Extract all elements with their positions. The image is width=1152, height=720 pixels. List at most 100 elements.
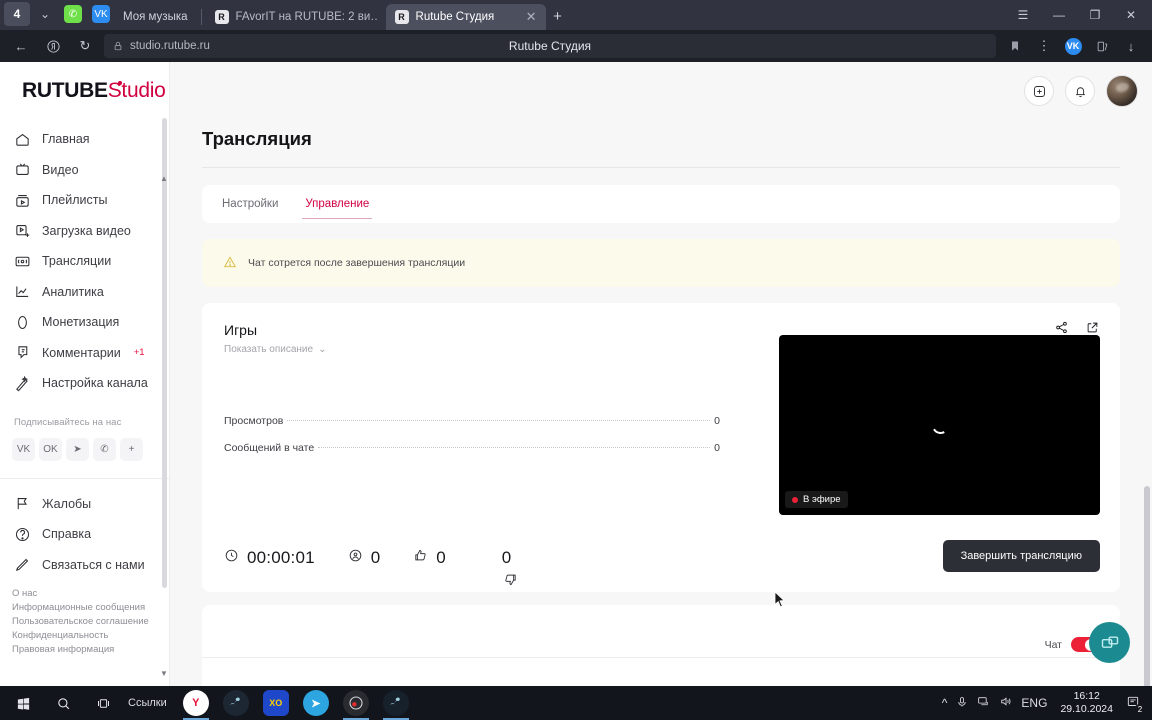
browser-tab-1[interactable]: R FAvorIT на RUTUBE: 2 ви… <box>206 4 386 30</box>
vk-profile-icon[interactable]: VK <box>1060 33 1086 59</box>
sidebar-item-analytics[interactable]: Аналитика <box>0 277 169 308</box>
stream-preview[interactable]: В эфире <box>779 335 1100 515</box>
clock-date: 29.10.2024 <box>1060 703 1113 715</box>
more-socials-icon[interactable]: + <box>120 437 143 461</box>
minimize-button[interactable]: — <box>1042 1 1076 29</box>
links-label[interactable]: Ссылки <box>124 697 175 709</box>
footer-link-privacy[interactable]: Конфиденциальность <box>12 629 169 642</box>
telegram-icon[interactable]: ➤ <box>66 437 89 461</box>
notification-count: 2 <box>1134 703 1146 716</box>
taskbar-app-obs[interactable] <box>337 686 375 720</box>
lock-icon <box>114 41 122 51</box>
sidebar-item-label: Связаться с нами <box>42 557 145 572</box>
footer-link-about[interactable]: О нас <box>12 587 169 600</box>
viewers-value: 0 <box>370 548 381 567</box>
mic-icon[interactable] <box>956 696 968 711</box>
scroll-up-arrow-icon[interactable]: ▲ <box>159 174 169 183</box>
whatsapp-extension-icon[interactable]: ✆ <box>60 2 86 26</box>
language-indicator[interactable]: ENG <box>1021 696 1047 710</box>
browser-tabstrip: 4 ⌄ ✆ VK Моя музыка R FAvorIT на RUTUBE:… <box>0 0 1152 30</box>
url-text: studio.rutube.ru <box>130 40 210 52</box>
address-bar[interactable]: studio.rutube.ru Rutube Студия <box>104 34 996 58</box>
avatar[interactable] <box>1106 75 1138 107</box>
browser-tab-2-active[interactable]: R Rutube Студия ✕ <box>385 4 546 30</box>
downloads-icon[interactable]: ↓ <box>1118 33 1144 59</box>
logo-row[interactable]: RUTUBEStudio <box>0 62 169 120</box>
sidebar-item-help[interactable]: Справка <box>0 519 169 550</box>
rutube-studio-logo[interactable]: RUTUBEStudio <box>22 79 166 103</box>
sidebar-item-complaints[interactable]: Жалобы <box>0 489 169 520</box>
end-stream-button[interactable]: Завершить трансляцию <box>942 540 1100 572</box>
title-divider <box>202 167 1120 168</box>
taskbar-app-telegram[interactable]: ➤ <box>297 686 335 720</box>
sidebar-item-monetization[interactable]: Монетизация <box>0 307 169 338</box>
taskbar-app-steam[interactable] <box>217 686 255 720</box>
footer-link-info-messages[interactable]: Информационные сообщения <box>12 601 169 614</box>
stream-metrics: 00:00:01 0 0 0 <box>224 548 516 585</box>
bell-icon[interactable] <box>1065 76 1095 106</box>
footer-link-user-agreement[interactable]: Пользовательское соглашение <box>12 615 169 628</box>
vk-extension-icon[interactable]: VK <box>88 2 114 26</box>
taskbar-app-xo[interactable]: XO <box>257 686 295 720</box>
sidebar-item-label: Комментарии <box>42 345 121 360</box>
viber-icon[interactable]: ✆ <box>93 437 116 461</box>
chat-popout-icon[interactable] <box>1089 622 1130 663</box>
sidebar-item-channel-settings[interactable]: Настройка канала <box>0 368 169 399</box>
upload-icon <box>14 222 31 239</box>
sidebar-item-label: Настройка канала <box>42 376 148 391</box>
sidebar-item-video[interactable]: Видео <box>0 155 169 186</box>
sidebar-item-upload[interactable]: Загрузка видео <box>0 216 169 247</box>
task-view-icon[interactable] <box>84 686 122 720</box>
page-scrollbar-thumb[interactable] <box>1144 486 1150 686</box>
browser-tab-0[interactable]: Моя музыка <box>114 4 197 30</box>
volume-icon[interactable] <box>999 695 1012 711</box>
channel-settings-icon <box>14 375 31 392</box>
clock[interactable]: 16:12 29.10.2024 <box>1056 690 1117 716</box>
scroll-down-arrow-icon[interactable]: ▼ <box>159 669 169 678</box>
sidebar-item-label: Главная <box>42 132 90 147</box>
maximize-button[interactable]: ❐ <box>1078 1 1112 29</box>
likes-count: 0 <box>413 548 446 568</box>
start-icon[interactable] <box>4 686 42 720</box>
sidebar-item-contact-us[interactable]: Связаться с нами <box>0 550 169 581</box>
vk-icon[interactable]: VK <box>12 437 35 461</box>
close-tab-icon[interactable]: ✕ <box>526 9 537 25</box>
collections-icon[interactable] <box>1089 33 1115 59</box>
tab-settings[interactable]: Настройки <box>222 185 278 223</box>
footer-link-legal[interactable]: Правовая информация <box>12 643 169 656</box>
alert-text: Чат сотрется после завершения трансляции <box>248 257 466 269</box>
odnoklassniki-icon[interactable]: OK <box>39 437 62 461</box>
sidebar-item-playlists[interactable]: Плейлисты <box>0 185 169 216</box>
sidebar-item-broadcasts[interactable]: Трансляции <box>0 246 169 277</box>
taskbar-app-steam-2[interactable] <box>377 686 415 720</box>
steam-icon-2 <box>382 690 409 716</box>
profile-badge[interactable]: 4 <box>4 2 30 26</box>
video-icon <box>14 161 31 178</box>
new-tab-button[interactable]: + <box>546 4 570 28</box>
chevron-up-icon[interactable]: ^ <box>942 696 948 710</box>
search-icon[interactable] <box>44 686 82 720</box>
sidebar-scrollbar-thumb[interactable] <box>162 118 167 588</box>
profile-dropdown-icon[interactable]: ⌄ <box>32 2 58 26</box>
sidebar-item-comments[interactable]: Комментарии +1 <box>0 338 169 369</box>
kebab-menu-icon[interactable]: ⋮ <box>1031 33 1057 59</box>
help-icon <box>14 526 31 543</box>
sidebar-divider <box>0 477 169 479</box>
reload-icon[interactable]: ↻ <box>72 33 98 59</box>
home-icon <box>14 131 31 148</box>
taskbar-app-yandex-browser[interactable]: Y <box>177 686 215 720</box>
warning-icon <box>223 255 237 272</box>
back-icon[interactable]: ← <box>8 33 34 59</box>
bookmark-icon[interactable] <box>1002 33 1028 59</box>
steam-icon <box>222 690 249 716</box>
sidebar-item-home[interactable]: Главная <box>0 124 169 155</box>
chat-warning-alert: Чат сотрется после завершения трансляции <box>202 239 1120 287</box>
header-actions <box>1024 62 1138 120</box>
network-icon[interactable] <box>977 695 990 711</box>
notifications-icon[interactable]: 2 <box>1126 695 1146 716</box>
create-icon[interactable] <box>1024 76 1054 106</box>
yandex-logo-icon[interactable] <box>40 33 66 59</box>
tab-management[interactable]: Управление <box>302 185 373 223</box>
close-window-button[interactable]: ✕ <box>1114 1 1148 29</box>
browser-menu-icon[interactable]: ☰ <box>1006 1 1040 29</box>
